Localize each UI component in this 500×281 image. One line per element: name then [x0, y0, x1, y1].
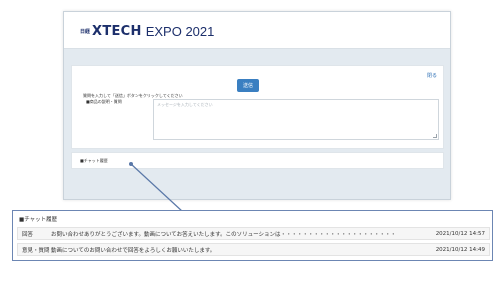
- brand-small: 日経: [80, 28, 91, 35]
- chat-history-panel: ■チャット履歴: [71, 152, 444, 169]
- question-field-label: ■商品の説明・質問: [86, 99, 122, 104]
- question-form-panel: 閉る 送信 質問を入力して「送信」ボタンをクリックしてください ■商品の説明・質…: [71, 65, 444, 149]
- close-link[interactable]: 閉る: [427, 72, 437, 79]
- send-button[interactable]: 送信: [237, 79, 259, 92]
- brand-logo[interactable]: 日経 XTECH EXPO 2021: [80, 22, 214, 40]
- message-placeholder: メッセージを入力してください: [157, 102, 213, 107]
- app-header: 日経 XTECH EXPO 2021: [64, 12, 450, 49]
- callout-title: ■チャット履歴: [19, 217, 58, 223]
- chat-history-callout: ■チャット履歴 回答 お問い合わせありがとうございます。動画についてお答えいたし…: [12, 210, 493, 261]
- brand-expo-text: EXPO 2021: [145, 23, 215, 39]
- brand-logo-text: XTECH: [92, 23, 142, 39]
- message-textarea[interactable]: メッセージを入力してください: [153, 99, 439, 140]
- chat-history-title: ■チャット履歴: [80, 158, 108, 163]
- chat-row-type: 意見・質問: [22, 247, 50, 254]
- expo-app-window: 日経 XTECH EXPO 2021 閉る 送信 質問を入力して「送信」ボタンを…: [63, 11, 451, 200]
- chat-row: 回答 お問い合わせありがとうございます。動画についてお答えいたします。このソリュ…: [17, 227, 490, 240]
- chat-row-date: 2021/10/12 14:49: [435, 246, 485, 253]
- chat-row-type: 回答: [22, 231, 34, 238]
- chat-row-text: お問い合わせありがとうございます。動画についてお答えいたします。このソリューショ…: [51, 231, 396, 238]
- chat-row: 意見・質問 動画についてのお問い合わせで回答をよろしくお願いいたします。 202…: [17, 243, 490, 256]
- chat-row-date: 2021/10/12 14:57: [435, 230, 485, 237]
- chat-row-text: 動画についてのお問い合わせで回答をよろしくお願いいたします。: [51, 247, 216, 254]
- resize-handle-icon[interactable]: [433, 134, 437, 138]
